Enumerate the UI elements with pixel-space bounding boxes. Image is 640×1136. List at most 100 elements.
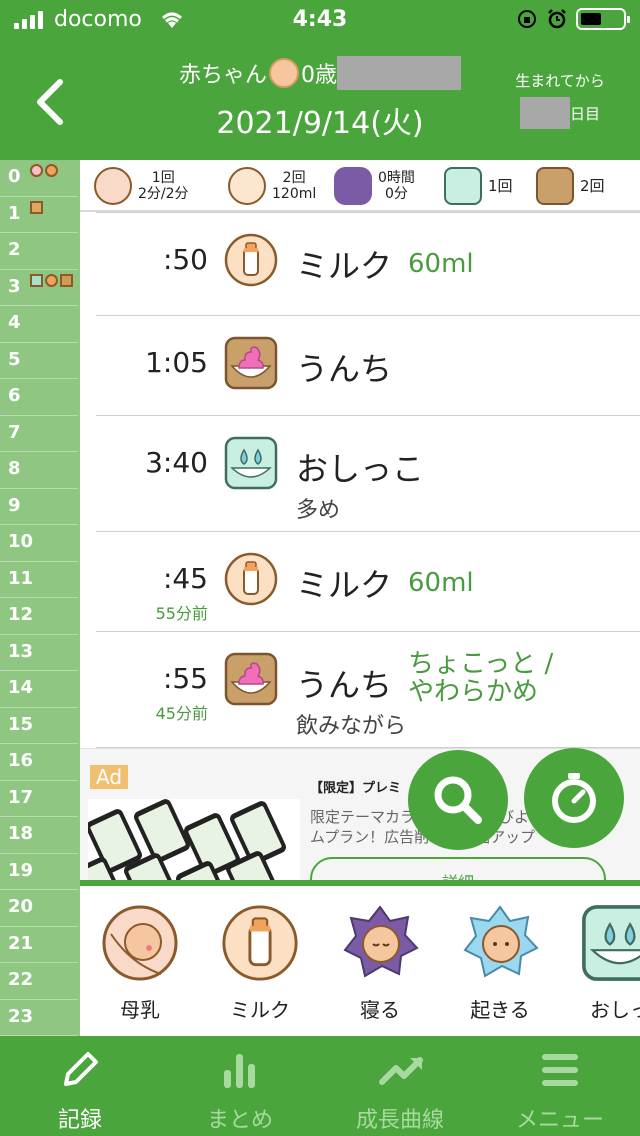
entry-label: おしっこ [296,450,425,488]
hour-ruler[interactable]: 0 1 2 3 4 5 6 7 8 9 10 11 12 13 14 15 16 17 18 19 20 21 22 23 [0,160,80,1036]
entry-label: ミルク [296,566,393,604]
poop-icon [224,652,278,706]
hour-marker [45,273,58,287]
sleep-icon [341,904,419,982]
pee-icon [224,436,278,490]
summary-milk-detail: 120ml [272,186,317,202]
ad-title-start: 【限定】プレミ [310,781,402,796]
tab-menu[interactable]: メニュー [480,1036,640,1136]
hour-row[interactable]: 18 [0,817,78,854]
hour-row[interactable]: 11 [0,562,78,598]
redacted-block [337,56,461,90]
hour-label: 8 [8,458,21,479]
summary-breast: 1回 2分/2分 [94,167,189,205]
hour-row[interactable]: 19 [0,854,78,890]
record-entry[interactable]: 3:40 おしっこ 多め [96,416,640,532]
stopwatch-icon [552,773,596,823]
hour-row[interactable]: 0 [0,160,78,197]
tab-growth[interactable]: 成長曲線 [320,1036,480,1136]
ad-detail-button[interactable]: 詳細 [310,857,606,880]
hour-label: 20 [8,896,34,917]
hour-row[interactable]: 5 [0,343,78,379]
entry-note: 飲みながら [296,714,407,739]
days-since-birth: 生まれてから 日目 [510,70,610,129]
search-icon [434,776,482,824]
hour-row[interactable]: 13 [0,635,78,671]
ad-body-2-start: ムプラン！広告削 [310,828,430,846]
search-fab-button[interactable] [408,750,508,850]
wake-icon [461,904,539,982]
entry-value: 60ml [408,249,474,279]
record-entry[interactable]: :45 55分前 ミルク 60ml [96,532,640,632]
hour-row[interactable]: 23 [0,1000,78,1036]
quick-add-milk-bottle[interactable]: ミルク [210,904,310,1023]
hour-label: 13 [8,640,34,662]
breastfeeding-icon [94,167,132,205]
hour-row[interactable]: 14 [0,671,78,708]
hour-row[interactable]: 4 [0,306,78,343]
hour-label: 14 [8,677,34,698]
quick-add-label: 起きる [470,998,530,1022]
hour-row[interactable]: 9 [0,489,78,525]
hour-row[interactable]: 15 [0,708,78,744]
tab-summary[interactable]: まとめ [160,1036,320,1136]
summary-poop-count: 2回 [580,177,605,195]
summary-milk-count: 2回 [282,170,306,186]
quick-add-label: 寝る [360,998,400,1022]
quick-add-sleep[interactable]: 寝る [330,904,430,1023]
entry-value: ちょこっと / やわらかめ [408,649,554,707]
record-entry[interactable]: 1:05 うんち [96,316,640,416]
alarm-icon [548,9,566,29]
summary-sleep: 0時間 0分 [334,167,415,205]
milk-bottle-icon [221,904,299,982]
hour-row[interactable]: 10 [0,525,78,562]
poop-icon [536,167,574,205]
tab-record-label: 記録 [57,1108,102,1133]
hour-row[interactable]: 1 [0,197,78,233]
bottom-tab-bar: 記録 まとめ 成長曲線 メニュー [0,1036,640,1136]
hour-row[interactable]: 17 [0,781,78,817]
timer-fab-button[interactable] [524,748,624,848]
hour-row[interactable]: 7 [0,416,78,452]
hour-row[interactable]: 8 [0,452,78,489]
ad-body-1-start: 限定テーマカラ [310,808,416,826]
status-bar: docomo 4:43 [0,0,640,40]
hour-row[interactable]: 22 [0,963,78,1000]
entry-time: 1:05 [145,346,208,379]
hour-label: 16 [8,750,34,771]
hour-label: 10 [8,531,34,552]
tab-record[interactable]: 記録 [0,1036,160,1136]
quick-add-label: おしっ [590,998,640,1022]
tab-menu-label: メニュー [515,1108,604,1133]
hour-label: 19 [8,859,34,881]
summary-pee: 1回 [444,167,513,205]
hour-row[interactable]: 6 [0,379,78,416]
sleep-icon [334,167,372,205]
hour-row[interactable]: 21 [0,927,78,963]
ad-tag: Ad [90,765,129,789]
summary-pee-count: 1回 [488,177,513,195]
hour-label: 0 [8,166,21,187]
hour-markers [30,164,58,177]
baby-name: 赤ちゃん [178,63,267,88]
quick-add-pee[interactable]: おしっ [570,904,640,1023]
ad-image [88,799,300,880]
bar-chart-icon [224,1054,255,1088]
record-list[interactable]: :50 ミルク 60ml 1:05 うんち 3:40 おしっこ 多め:45 55分前 ミルク 60m… [80,212,640,748]
entry-ago: 45分前 [155,704,208,723]
record-entry[interactable]: :50 ミルク 60ml [96,212,640,316]
breastfeeding-icon [101,904,179,982]
entry-time: 3:40 [145,446,208,479]
hour-row[interactable]: 12 [0,598,78,635]
quick-add-breastfeeding[interactable]: 母乳 [90,904,190,1023]
pee-icon [581,904,640,982]
hour-row[interactable]: 16 [0,744,78,781]
hour-row[interactable]: 3 [0,270,78,306]
hour-marker [45,164,58,177]
quick-add-wake[interactable]: 起きる [450,904,550,1023]
hour-row[interactable]: 20 [0,890,78,927]
record-entry[interactable]: :55 45分前 うんち ちょこっと / やわらかめ 飲みながら [96,632,640,748]
hour-row[interactable]: 2 [0,233,78,270]
since-label: 生まれてから [515,72,605,90]
summary-breast-detail: 2分/2分 [138,186,189,202]
